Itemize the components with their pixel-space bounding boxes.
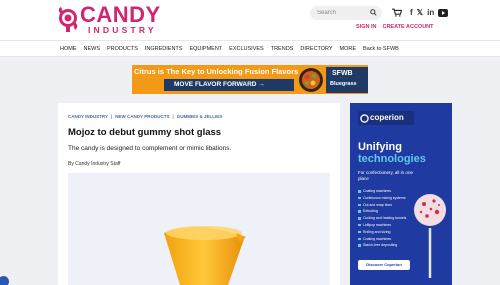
sign-in-link[interactable]: SIGN IN	[356, 24, 376, 30]
nav-item-more[interactable]: MORE	[340, 45, 357, 53]
breadcrumb-separator: |	[172, 114, 174, 119]
x-icon[interactable]: 𝕏	[417, 8, 423, 17]
logo-tagline: INDUSTRY	[88, 25, 157, 35]
side-ad-feature: Rolling and sizing	[358, 229, 406, 236]
breadcrumb: CANDY INDUSTRY | NEW CANDY PRODUCTS | GU…	[68, 114, 222, 119]
banner-cta-button[interactable]: MOVE FLAVOR FORWARD →	[164, 79, 294, 91]
side-ad-feature: Starch-free depositing	[358, 242, 406, 249]
nav-item-equipment[interactable]: EQUIPMENT	[189, 45, 222, 53]
side-ad-feature: Coating machines	[358, 188, 406, 195]
banner-brand-block: SFWB Bluegrass	[326, 67, 368, 93]
logo-wordmark: CANDY	[80, 2, 161, 27]
create-account-link[interactable]: CREATE ACCOUNT	[382, 24, 433, 30]
nav-item-products[interactable]: PRODUCTS	[107, 45, 138, 53]
side-ad-feature: Continuous mixing systems	[358, 195, 406, 202]
nav-item-news[interactable]: NEWS	[84, 45, 101, 53]
site-logo[interactable]: CANDY INDUSTRY	[57, 3, 162, 37]
coperion-mark-icon	[360, 113, 369, 123]
food-bowl-image	[299, 68, 323, 92]
article-subtitle: The candy is designed to complement or m…	[68, 145, 232, 152]
banner-headline: Citrus is The Key to Unlocking Fusion Fl…	[134, 67, 299, 76]
search-input[interactable]	[317, 10, 369, 16]
banner-ad[interactable]: Citrus is The Key to Unlocking Fusion Fl…	[132, 65, 368, 94]
nav-item-trends[interactable]: TRENDS	[271, 45, 294, 53]
side-ad-headline-2: technologies	[358, 153, 426, 165]
breadcrumb-gummies-jellies[interactable]: GUMMIES & JELLIES	[177, 114, 223, 119]
breadcrumb-new-candy-products[interactable]: NEW CANDY PRODUCTS	[115, 114, 169, 119]
side-ad-headline-1: Unifying	[358, 141, 402, 153]
main-nav: HOME NEWS PRODUCTS INGREDIENTS EQUIPMENT…	[0, 40, 500, 57]
coperion-logo: coperion	[358, 111, 414, 125]
article-title: Mojoz to debut gummy shot glass	[68, 127, 222, 138]
candy-logo-icon	[58, 7, 78, 32]
lollipop-image	[414, 194, 446, 278]
gummy-shot-glass-image	[164, 226, 246, 285]
accessibility-icon[interactable]	[0, 276, 9, 285]
facebook-icon[interactable]: f	[410, 8, 413, 17]
side-ad-feature: Extruding	[358, 208, 406, 215]
side-ad-feature: Lollipop machines	[358, 222, 406, 229]
breadcrumb-candy-industry[interactable]: CANDY INDUSTRY	[68, 114, 108, 119]
coperion-logo-text: coperion	[370, 113, 404, 122]
search-box	[310, 6, 382, 20]
side-ad-feature-list: Coating machines Continuous mixing syste…	[358, 188, 406, 249]
nav-item-home[interactable]: HOME	[60, 45, 77, 53]
nav-item-back-to-sfwb[interactable]: Back to SFWB	[363, 45, 399, 53]
article-byline: By Candy Industry Staff	[68, 161, 121, 167]
nav-item-directory[interactable]: DIRECTORY	[300, 45, 332, 53]
social-links: f 𝕏 in	[410, 8, 449, 17]
nav-item-ingredients[interactable]: INGREDIENTS	[145, 45, 183, 53]
linkedin-icon[interactable]: in	[427, 8, 434, 17]
account-links: SIGN IN CREATE ACCOUNT	[356, 24, 434, 30]
youtube-icon[interactable]	[438, 8, 449, 17]
banner-brand-sfwb: SFWB	[332, 70, 353, 77]
nav-item-exclusives[interactable]: EXCLUSIVES	[229, 45, 264, 53]
side-ad-feature: Cut and wrap lines	[358, 202, 406, 209]
site-header: CANDY INDUSTRY f 𝕏 in SIGN IN CREATE ACC…	[0, 0, 500, 40]
side-ad-feature: Coating machines	[358, 236, 406, 243]
discover-coperion-button[interactable]: Discover Coperion	[358, 260, 410, 270]
cart-icon[interactable]	[392, 8, 402, 17]
article-hero-image	[68, 173, 330, 285]
search-icon[interactable]	[370, 9, 377, 16]
breadcrumb-separator: |	[111, 114, 113, 119]
side-ad-feature: Cooling and heating tunnels	[358, 215, 406, 222]
article-card: CANDY INDUSTRY | NEW CANDY PRODUCTS | GU…	[58, 103, 340, 285]
side-ad-description: For confectionery, all in one place	[358, 170, 413, 181]
banner-brand-bluegrass: Bluegrass	[330, 81, 357, 87]
sidebar-ad[interactable]: coperion Unifying technologies For confe…	[350, 103, 452, 285]
